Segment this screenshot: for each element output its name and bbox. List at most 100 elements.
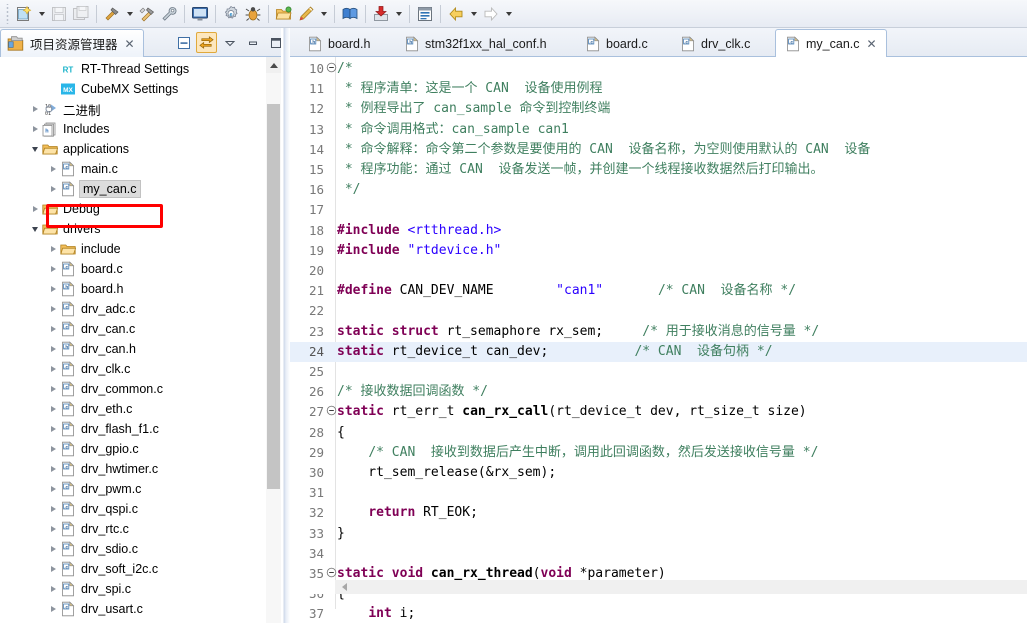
forward-button[interactable] bbox=[480, 3, 502, 25]
editor-tab-board.c[interactable]: .c board.c bbox=[576, 30, 657, 57]
view-menu-button[interactable] bbox=[219, 32, 240, 53]
debug-button[interactable] bbox=[242, 3, 264, 25]
code-line[interactable]: 15 * 程序功能：通过 CAN 设备发送一帧，并创建一个线程接收数据然后打印输… bbox=[290, 160, 1027, 180]
code-line[interactable]: 22 bbox=[290, 301, 1027, 321]
link-with-editor-button[interactable] bbox=[196, 32, 217, 53]
code-line[interactable]: 37 int i; bbox=[290, 604, 1027, 623]
scroll-left-button[interactable] bbox=[337, 580, 351, 594]
code-line[interactable]: 30 rt_sem_release(&rx_sem); bbox=[290, 463, 1027, 483]
minimize-view-button[interactable] bbox=[242, 32, 263, 53]
project-tree-vertical-scrollbar[interactable] bbox=[266, 57, 281, 623]
forward-dropdown[interactable] bbox=[502, 3, 515, 25]
editor-tab-my_can.c[interactable]: .c my_can.c ✕ bbox=[775, 29, 887, 58]
code-line[interactable]: 12 * 例程导出了 can_sample 命令到控制终端 bbox=[290, 99, 1027, 119]
tree-item-drv_usart.c[interactable]: .c drv_usart.c bbox=[0, 599, 275, 619]
chevron-right-icon[interactable] bbox=[28, 99, 42, 119]
close-icon[interactable]: ✕ bbox=[123, 38, 135, 50]
tree-item-drv_can.c[interactable]: .c drv_can.c bbox=[0, 319, 275, 339]
chevron-right-icon[interactable] bbox=[46, 539, 60, 559]
back-button[interactable] bbox=[445, 3, 467, 25]
tree-item-includes[interactable]: h Includes bbox=[0, 119, 275, 139]
code-line[interactable]: 33} bbox=[290, 524, 1027, 544]
editor-horizontal-scrollbar[interactable] bbox=[335, 580, 1027, 594]
toolbar-grip[interactable] bbox=[5, 3, 10, 24]
tree-item-drv_spi.c[interactable]: .c drv_spi.c bbox=[0, 579, 275, 599]
tree-item-debug[interactable]: Debug bbox=[0, 199, 275, 219]
chevron-right-icon[interactable] bbox=[46, 419, 60, 439]
tree-item-drivers[interactable]: drivers bbox=[0, 219, 275, 239]
tree-item-[interactable]: 10 01 二进制 bbox=[0, 99, 275, 119]
run-dropdown[interactable] bbox=[317, 3, 330, 25]
book-button[interactable] bbox=[339, 3, 361, 25]
chevron-right-icon[interactable] bbox=[46, 159, 60, 179]
save-all-button[interactable] bbox=[70, 3, 92, 25]
source-code-view[interactable]: 10/* 11 * 程序清单：这是一个 CAN 设备使用例程 12 * 例程导出了 … bbox=[290, 57, 1027, 623]
code-line[interactable]: 10 /* bbox=[290, 59, 1027, 79]
build-dropdown[interactable] bbox=[123, 3, 136, 25]
code-line[interactable]: 21 #define CAN_DEV_NAME "can1" /* CAN 设备名… bbox=[290, 281, 1027, 301]
fold-collapse-icon[interactable] bbox=[325, 402, 337, 422]
chevron-right-icon[interactable] bbox=[46, 359, 60, 379]
tree-item-board.c[interactable]: .c board.c bbox=[0, 259, 275, 279]
code-line[interactable]: 14 * 命令解释：命令第二个参数是要使用的 CAN 设备名称，为空则使用默认的… bbox=[290, 140, 1027, 160]
build-button[interactable] bbox=[101, 3, 123, 25]
tree-item-drv_hwtimer.c[interactable]: .c drv_hwtimer.c bbox=[0, 459, 275, 479]
code-line[interactable]: 17 bbox=[290, 200, 1027, 220]
code-line[interactable]: 25 bbox=[290, 362, 1027, 382]
close-icon[interactable]: ✕ bbox=[865, 38, 877, 50]
collapse-all-button[interactable] bbox=[173, 32, 194, 53]
code-line[interactable]: 19 #include "rtdevice.h" bbox=[290, 241, 1027, 261]
scroll-up-button[interactable] bbox=[266, 57, 281, 73]
tree-item-drv_soft_i2c.c[interactable]: .c drv_soft_i2c.c bbox=[0, 559, 275, 579]
clean-button[interactable] bbox=[136, 3, 158, 25]
editor-tab-stm32f1xx_hal_conf.h[interactable]: .h stm32f1xx_hal_conf.h bbox=[395, 30, 556, 57]
code-line[interactable]: 34 bbox=[290, 544, 1027, 564]
chevron-right-icon[interactable] bbox=[46, 319, 60, 339]
tree-item-board.h[interactable]: .h board.h bbox=[0, 279, 275, 299]
new-file-dropdown[interactable] bbox=[35, 3, 48, 25]
chevron-right-icon[interactable] bbox=[46, 279, 60, 299]
terminal-button[interactable] bbox=[189, 3, 211, 25]
chevron-right-icon[interactable] bbox=[46, 599, 60, 619]
tab-project-explorer[interactable]: 项目资源管理器 ✕ bbox=[0, 29, 144, 57]
chevron-right-icon[interactable] bbox=[46, 379, 60, 399]
save-button[interactable] bbox=[48, 3, 70, 25]
chevron-right-icon[interactable] bbox=[46, 299, 60, 319]
tree-item-drv_eth.c[interactable]: .c drv_eth.c bbox=[0, 399, 275, 419]
chevron-down-icon[interactable] bbox=[28, 139, 42, 159]
chevron-right-icon[interactable] bbox=[46, 499, 60, 519]
chevron-right-icon[interactable] bbox=[28, 119, 42, 139]
project-tree[interactable]: RT RT-Thread Settings MX CubeMX Settings 10 0… bbox=[0, 57, 275, 623]
run-button[interactable] bbox=[295, 3, 317, 25]
chevron-right-icon[interactable] bbox=[46, 519, 60, 539]
wrench-button[interactable] bbox=[158, 3, 180, 25]
editor-tab-drv_clk.c[interactable]: .c drv_clk.c bbox=[671, 30, 759, 57]
tree-item-drv_qspi.c[interactable]: .c drv_qspi.c bbox=[0, 499, 275, 519]
tree-item-drv_flash_f1.c[interactable]: .c drv_flash_f1.c bbox=[0, 419, 275, 439]
tree-item-drv_clk.c[interactable]: .c drv_clk.c bbox=[0, 359, 275, 379]
tree-item-drv_sdio.c[interactable]: .c drv_sdio.c bbox=[0, 539, 275, 559]
code-line[interactable]: 29 /* CAN 接收到数据后产生中断，调用此回调函数，然后发送接收信号量 *… bbox=[290, 443, 1027, 463]
download-dropdown[interactable] bbox=[392, 3, 405, 25]
code-line[interactable]: 20 bbox=[290, 261, 1027, 281]
chevron-right-icon[interactable] bbox=[46, 239, 60, 259]
code-line[interactable]: 26 /* 接收数据回调函数 */ bbox=[290, 382, 1027, 402]
run-config-button[interactable]: e bbox=[220, 3, 242, 25]
code-line[interactable]: 31 bbox=[290, 483, 1027, 503]
chevron-right-icon[interactable] bbox=[46, 399, 60, 419]
tree-item-my_can.c[interactable]: .c my_can.c bbox=[0, 179, 275, 199]
code-line[interactable]: 27 static rt_err_t can_rx_call(rt_device_… bbox=[290, 402, 1027, 422]
code-line[interactable]: 11 * 程序清单：这是一个 CAN 设备使用例程 bbox=[290, 79, 1027, 99]
tree-item-main.c[interactable]: .c main.c bbox=[0, 159, 275, 179]
fold-collapse-icon[interactable] bbox=[325, 59, 337, 79]
code-line[interactable]: 16 */ bbox=[290, 180, 1027, 200]
tree-item-applications[interactable]: applications bbox=[0, 139, 275, 159]
code-line[interactable]: 13 * 命令调用格式：can_sample can1 bbox=[290, 120, 1027, 140]
back-dropdown[interactable] bbox=[467, 3, 480, 25]
tree-item-drv_common.c[interactable]: .c drv_common.c bbox=[0, 379, 275, 399]
code-line[interactable]: 18 #include <rtthread.h> bbox=[290, 221, 1027, 241]
chevron-right-icon[interactable] bbox=[46, 479, 60, 499]
code-line[interactable]: 32 return RT_EOK; bbox=[290, 503, 1027, 523]
pane-divider[interactable] bbox=[281, 28, 290, 623]
chevron-right-icon[interactable] bbox=[46, 559, 60, 579]
